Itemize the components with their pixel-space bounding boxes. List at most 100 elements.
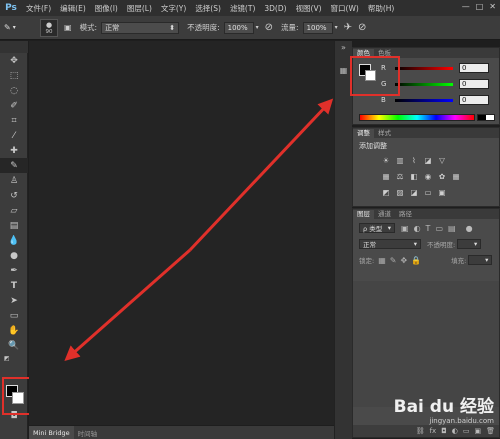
toolbar-grip[interactable] — [0, 41, 28, 53]
red-channel-value[interactable]: 0 — [459, 63, 489, 73]
exposure-icon[interactable]: ◪ — [423, 156, 433, 165]
color-balance-icon[interactable]: ⚖ — [395, 172, 405, 181]
minimize-icon[interactable]: — — [462, 2, 470, 11]
new-group-icon[interactable]: ▭ — [463, 427, 470, 435]
black-white-icon[interactable]: ◧ — [409, 172, 419, 181]
menu-filter[interactable]: 滤镜(T) — [230, 3, 255, 14]
maximize-icon[interactable]: □ — [476, 2, 484, 11]
pressure-opacity-icon[interactable]: ⊘ — [265, 22, 273, 33]
menu-image[interactable]: 图像(I) — [95, 3, 118, 14]
path-select-tool-icon[interactable]: ➤ — [0, 293, 28, 308]
crop-tool-icon[interactable]: ⌗ — [0, 113, 28, 128]
new-adjustment-icon[interactable]: ◐ — [452, 427, 458, 435]
blue-channel-slider[interactable] — [395, 98, 453, 102]
brightness-icon[interactable]: ☀ — [381, 156, 391, 165]
tab-styles[interactable]: 样式 — [374, 129, 395, 138]
menu-view[interactable]: 视图(V) — [296, 3, 322, 14]
collapse-arrows-icon[interactable]: » — [335, 43, 352, 52]
tab-adjustments[interactable]: 调整 — [353, 129, 374, 138]
curves-icon[interactable]: ⌇ — [409, 156, 419, 165]
levels-icon[interactable]: ▥ — [395, 156, 405, 165]
menu-edit[interactable]: 编辑(E) — [60, 3, 86, 14]
layer-opacity-input[interactable]: ▾ — [457, 239, 482, 249]
green-channel-value[interactable]: 0 — [459, 79, 489, 89]
quick-select-tool-icon[interactable]: ✐ — [0, 98, 28, 113]
menu-file[interactable]: 文件(F) — [26, 3, 51, 14]
tab-paths[interactable]: 路径 — [395, 210, 416, 219]
opacity-input[interactable]: 100% — [223, 21, 254, 34]
filter-type-icon[interactable]: T — [426, 224, 431, 233]
layers-list[interactable] — [353, 281, 499, 407]
eraser-tool-icon[interactable]: ▱ — [0, 203, 28, 218]
channel-mixer-icon[interactable]: ✿ — [437, 172, 447, 181]
chevron-down-icon[interactable]: ▾ — [256, 24, 259, 31]
rectangle-tool-icon[interactable]: ▭ — [0, 308, 28, 323]
brush-size-picker[interactable]: ● 90 — [40, 18, 58, 37]
hue-saturation-icon[interactable]: ▦ — [381, 172, 391, 181]
lock-all-icon[interactable]: 🔒 — [411, 256, 421, 265]
close-icon[interactable]: ✕ — [489, 2, 496, 11]
selective-color-icon[interactable]: ▣ — [437, 188, 447, 197]
spectrum-black-white[interactable] — [477, 114, 495, 121]
pressure-size-icon[interactable]: ⊘ — [358, 22, 366, 33]
blur-tool-icon[interactable]: 💧 — [0, 233, 28, 248]
lock-transparent-icon[interactable]: ▦ — [378, 256, 386, 265]
pen-tool-icon[interactable]: ✒ — [0, 263, 28, 278]
vibrance-icon[interactable]: ▽ — [437, 156, 447, 165]
filter-smart-icon[interactable]: ▤ — [448, 224, 456, 233]
move-tool-icon[interactable]: ✥ — [0, 53, 28, 68]
tab-layers[interactable]: 图层 — [353, 210, 374, 219]
menu-help[interactable]: 帮助(H) — [368, 3, 395, 14]
history-brush-tool-icon[interactable]: ↺ — [0, 188, 28, 203]
filter-shape-icon[interactable]: ▭ — [435, 224, 443, 233]
link-layers-icon[interactable]: ⛓ — [416, 427, 425, 435]
flow-input[interactable]: 100% — [302, 21, 333, 34]
dodge-tool-icon[interactable]: ● — [0, 248, 28, 263]
tab-channels[interactable]: 通道 — [374, 210, 395, 219]
brush-tool-icon[interactable]: ✎ — [0, 158, 28, 173]
filter-adjust-icon[interactable]: ◐ — [414, 224, 421, 233]
layer-filter-dropdown[interactable]: ρ 类型 ▾ — [359, 223, 395, 233]
threshold-icon[interactable]: ◪ — [409, 188, 419, 197]
document-canvas[interactable] — [29, 41, 334, 425]
add-mask-icon[interactable]: ◘ — [441, 427, 447, 435]
airbrush-icon[interactable]: ✈ — [344, 22, 352, 33]
menu-window[interactable]: 窗口(W) — [331, 3, 359, 14]
blend-mode-dropdown[interactable]: 正常 ▾ — [359, 239, 421, 249]
marquee-tool-icon[interactable]: ⬚ — [0, 68, 28, 83]
blue-channel-value[interactable]: 0 — [459, 95, 489, 105]
filter-toggle-icon[interactable]: ● — [466, 224, 473, 233]
invert-icon[interactable]: ◩ — [381, 188, 391, 197]
healing-brush-tool-icon[interactable]: ✚ — [0, 143, 28, 158]
trash-icon[interactable]: 🗑 — [486, 427, 495, 435]
chevron-down-icon[interactable]: ▾ — [335, 24, 338, 31]
mode-dropdown[interactable]: 正常 ⬍ — [101, 21, 180, 34]
tab-timeline[interactable]: 时间轴 — [74, 426, 102, 439]
eyedropper-tool-icon[interactable]: ⁄ — [0, 128, 28, 143]
tool-preset-picker[interactable]: ✎ ▾ — [4, 19, 32, 37]
photo-filter-icon[interactable]: ◉ — [423, 172, 433, 181]
lock-paint-icon[interactable]: ✎ — [390, 256, 397, 265]
tab-mini-bridge[interactable]: Mini Bridge — [29, 426, 74, 439]
color-lookup-icon[interactable]: ▦ — [451, 172, 461, 181]
lock-move-icon[interactable]: ✥ — [400, 256, 407, 265]
swap-colors-icon[interactable]: ◩ — [0, 353, 28, 363]
new-layer-icon[interactable]: ▣ — [474, 427, 481, 435]
type-tool-icon[interactable]: T — [0, 278, 28, 293]
clone-stamp-tool-icon[interactable]: ♙ — [0, 173, 28, 188]
lasso-tool-icon[interactable]: ◌ — [0, 83, 28, 98]
gradient-tool-icon[interactable]: ▤ — [0, 218, 28, 233]
fx-icon[interactable]: fx — [430, 427, 437, 435]
hand-tool-icon[interactable]: ✋ — [0, 323, 28, 338]
menu-select[interactable]: 选择(S) — [195, 3, 221, 14]
brush-panel-icon[interactable]: ▣ — [64, 23, 72, 32]
menu-3d[interactable]: 3D(D) — [264, 4, 286, 13]
color-spectrum-bar[interactable] — [359, 114, 475, 121]
green-channel-slider[interactable] — [395, 82, 453, 86]
menu-layer[interactable]: 图层(L) — [127, 3, 152, 14]
fill-input[interactable]: ▾ — [468, 255, 493, 265]
zoom-tool-icon[interactable]: 🔍 — [0, 338, 28, 353]
filter-pixel-icon[interactable]: ▣ — [401, 224, 409, 233]
red-channel-slider[interactable] — [395, 66, 453, 70]
menu-type[interactable]: 文字(Y) — [161, 3, 186, 14]
